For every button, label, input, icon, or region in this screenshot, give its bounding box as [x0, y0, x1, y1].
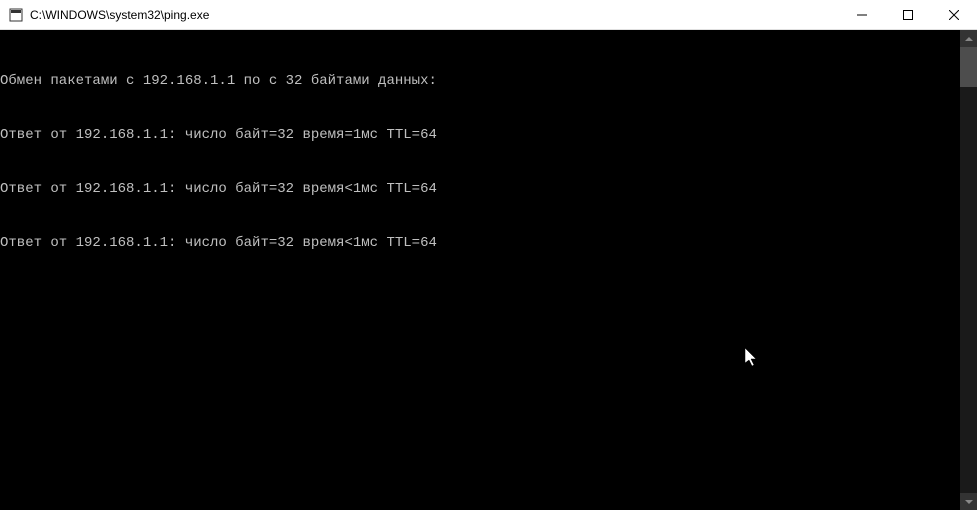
chevron-up-icon — [965, 37, 973, 41]
app-icon — [8, 7, 24, 23]
scrollbar-up-button[interactable] — [960, 30, 977, 47]
window-title: C:\WINDOWS\system32\ping.exe — [30, 8, 839, 22]
chevron-down-icon — [965, 500, 973, 504]
maximize-button[interactable] — [885, 0, 931, 29]
window-controls — [839, 0, 977, 29]
scrollbar-thumb[interactable] — [960, 47, 977, 87]
titlebar[interactable]: C:\WINDOWS\system32\ping.exe — [0, 0, 977, 30]
console-line: Ответ от 192.168.1.1: число байт=32 врем… — [0, 180, 960, 198]
scrollbar-down-button[interactable] — [960, 493, 977, 510]
console-line: Ответ от 192.168.1.1: число байт=32 врем… — [0, 234, 960, 252]
vertical-scrollbar[interactable] — [960, 30, 977, 510]
console-line: Ответ от 192.168.1.1: число байт=32 врем… — [0, 126, 960, 144]
content-wrapper: Обмен пакетами с 192.168.1.1 по с 32 бай… — [0, 30, 977, 510]
console-line: Обмен пакетами с 192.168.1.1 по с 32 бай… — [0, 72, 960, 90]
console-output[interactable]: Обмен пакетами с 192.168.1.1 по с 32 бай… — [0, 30, 960, 510]
console-window: C:\WINDOWS\system32\ping.exe Обме — [0, 0, 977, 510]
minimize-button[interactable] — [839, 0, 885, 29]
close-button[interactable] — [931, 0, 977, 29]
